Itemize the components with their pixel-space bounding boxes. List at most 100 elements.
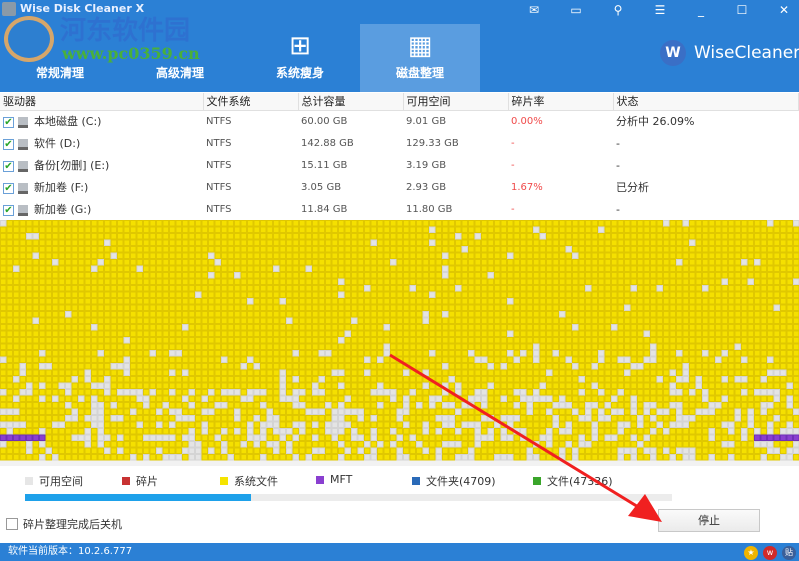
drive-row[interactable]: ✔ 本地磁盘 (C:) NTFS 60.00 GB 9.01 GB 0.00% 分析中… (0, 110, 799, 132)
cluster-cell (572, 408, 579, 415)
cluster-cell (598, 246, 605, 253)
cluster-cell (390, 376, 397, 383)
col-drive[interactable]: 驱动器 (0, 93, 204, 111)
cluster-cell (520, 330, 527, 337)
feedback-icon[interactable]: ▭ (566, 2, 586, 18)
cluster-cell (572, 239, 579, 246)
tab-regular-clean[interactable]: 常规清理 (0, 24, 120, 92)
cluster-cell (780, 369, 787, 376)
cluster-cell (546, 324, 553, 331)
cluster-cell (0, 278, 7, 285)
drive-checkbox[interactable]: ✔ (3, 160, 14, 172)
cluster-cell (234, 382, 241, 389)
col-status[interactable]: 状态 (613, 93, 799, 111)
legend-item: 系统文件 (220, 473, 278, 489)
cluster-cell (149, 246, 156, 253)
cluster-cell (611, 220, 618, 227)
tab-defrag[interactable]: ▦ 磁盘整理 (360, 24, 480, 92)
drive-row[interactable]: ✔ 软件 (D:) NTFS 142.88 GB 129.33 GB - - (0, 132, 799, 154)
cluster-cell (526, 291, 533, 298)
cluster-cell (19, 369, 26, 376)
cluster-cell (585, 252, 592, 259)
cluster-cell (182, 330, 189, 337)
cluster-cell (351, 454, 358, 461)
drive-checkbox[interactable]: ✔ (3, 116, 14, 128)
cluster-cell (175, 376, 182, 383)
cluster-cell (591, 376, 598, 383)
cluster-cell (682, 441, 689, 448)
cluster-cell (214, 233, 221, 240)
cluster-cell (344, 415, 351, 422)
cluster-cell (435, 278, 442, 285)
cluster-cell (26, 343, 33, 350)
cluster-cell (656, 415, 663, 422)
col-fs[interactable]: 文件系统 (203, 93, 299, 111)
cluster-cell (221, 408, 228, 415)
maximize-icon[interactable]: ☐ (732, 2, 752, 18)
col-free[interactable]: 可用空间 (403, 93, 509, 111)
cluster-cell (123, 239, 130, 246)
stop-button[interactable]: 停止 (658, 509, 760, 532)
cluster-cell (331, 317, 338, 324)
cluster-cell (572, 220, 579, 227)
drive-row[interactable]: ✔ 新加卷 (F:) NTFS 3.05 GB 2.93 GB 1.67% 已分析 (0, 176, 799, 198)
cluster-cell (611, 421, 618, 428)
cluster-cell (435, 441, 442, 448)
cluster-cell (338, 324, 345, 331)
drive-row[interactable]: ✔ 备份[勿删] (E:) NTFS 15.11 GB 3.19 GB - - (0, 154, 799, 176)
cluster-cell (617, 428, 624, 435)
cluster-cell (84, 272, 91, 279)
menu-icon[interactable]: ☰ (650, 2, 670, 18)
cluster-cell (19, 259, 26, 266)
cluster-cell (448, 226, 455, 233)
cluster-cell (383, 421, 390, 428)
drive-checkbox[interactable]: ✔ (3, 138, 14, 150)
minimize-icon[interactable]: _ (691, 2, 711, 18)
close-icon[interactable]: ✕ (774, 2, 794, 18)
drive-checkbox[interactable]: ✔ (3, 204, 14, 216)
cluster-cell (669, 272, 676, 279)
cluster-cell (318, 259, 325, 266)
cluster-cell (286, 220, 293, 227)
cluster-cell (747, 330, 754, 337)
cluster-cell (104, 395, 111, 402)
cluster-cell (169, 272, 176, 279)
cluster-cell (461, 272, 468, 279)
cluster-cell (513, 408, 520, 415)
col-total[interactable]: 总计容量 (298, 93, 404, 111)
mail-icon[interactable]: ✉ (524, 2, 544, 18)
cluster-cell (637, 239, 644, 246)
cluster-cell (741, 304, 748, 311)
cluster-cell (409, 324, 416, 331)
share-icon[interactable]: 贴 (782, 546, 796, 560)
drive-row[interactable]: ✔ 新加卷 (G:) NTFS 11.84 GB 11.80 GB - - (0, 198, 799, 220)
cluster-cell (195, 356, 202, 363)
star-icon[interactable]: ★ (744, 546, 758, 560)
cluster-cell (565, 317, 572, 324)
cluster-cell (136, 408, 143, 415)
cluster-cell (221, 415, 228, 422)
shutdown-checkbox[interactable] (6, 518, 18, 530)
tab-system-slim[interactable]: ⊞ 系统瘦身 (240, 24, 360, 92)
cluster-cell (669, 350, 676, 357)
cluster-cell (227, 324, 234, 331)
weibo-icon[interactable]: w (763, 546, 777, 560)
cluster-cell (403, 233, 410, 240)
tab-advanced-clean[interactable]: 高级清理 (120, 24, 240, 92)
cluster-cell (214, 278, 221, 285)
cluster-cell (305, 272, 312, 279)
col-frag[interactable]: 碎片率 (508, 93, 614, 111)
settings-icon[interactable]: ⚲ (608, 2, 628, 18)
cluster-cell (110, 252, 117, 259)
cluster-cell (286, 408, 293, 415)
drive-checkbox[interactable]: ✔ (3, 182, 14, 194)
shutdown-option[interactable]: 碎片整理完成后关机 (6, 516, 122, 532)
cluster-cell (247, 363, 254, 370)
cluster-cell (370, 233, 377, 240)
cluster-cell (65, 233, 72, 240)
cluster-cell (208, 304, 215, 311)
cluster-cell (747, 252, 754, 259)
cluster-cell (624, 220, 631, 227)
cluster-cell (149, 278, 156, 285)
cluster-cell (429, 421, 436, 428)
